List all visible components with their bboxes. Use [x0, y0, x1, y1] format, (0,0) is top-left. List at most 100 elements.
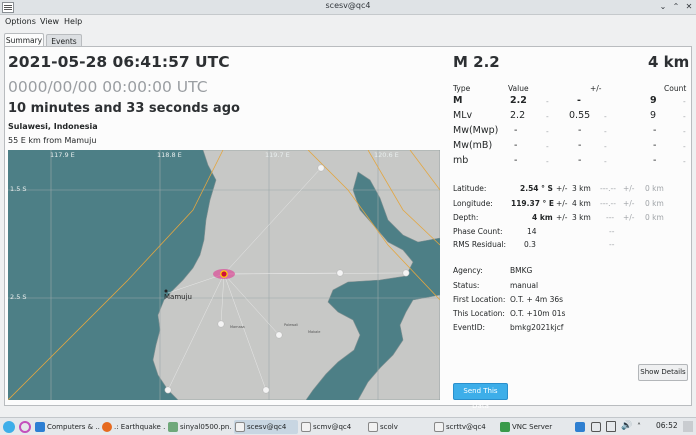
- mag-value: -: [514, 140, 518, 151]
- elapsed-time: 10 minutes and 33 seconds ago: [8, 101, 240, 116]
- task-scolv[interactable]: scolv: [367, 420, 431, 434]
- rms-residual-value: 0.3: [524, 240, 536, 249]
- mag-value: -: [514, 155, 518, 166]
- event-id-label: EventID:: [453, 323, 485, 332]
- local-time: 0000/00/00 00:00:00 UTC: [8, 78, 208, 96]
- menu-bar: Options View Help: [0, 15, 696, 29]
- task-image[interactable]: sinyal0500.pn...: [167, 420, 231, 434]
- latitude-pm: +/-: [556, 184, 568, 193]
- task-scrttv[interactable]: scrttv@qc4: [433, 420, 497, 434]
- first-location-value: O.T. + 4m 36s: [510, 295, 564, 304]
- latitude-label: Latitude:: [453, 184, 487, 193]
- origin-time: 2021-05-28 06:41:57 UTC: [8, 53, 230, 71]
- longitude-value: 119.37 ° E: [511, 199, 555, 208]
- app-launcher-icon[interactable]: [3, 421, 15, 433]
- mag-type: Mw(Mwp): [453, 125, 499, 136]
- mag-uncertainty: -: [578, 125, 582, 136]
- folder-icon: [35, 422, 45, 432]
- mag-uncertainty: -: [578, 140, 582, 151]
- clipboard-icon[interactable]: [591, 422, 601, 432]
- mag-type: MLv: [453, 110, 473, 121]
- this-location-label: This Location:: [453, 309, 505, 318]
- nearest-city: 55 E km from Mamuju: [8, 136, 97, 145]
- agency-value: BMKG: [510, 266, 533, 275]
- phase-count-label: Phase Count:: [453, 227, 503, 236]
- task-computers[interactable]: Computers & ...: [34, 420, 100, 434]
- mag-header-type: Type: [453, 84, 471, 93]
- mag-uncertainty: 0.55: [569, 110, 591, 121]
- rms-residual-dash: --: [609, 240, 615, 249]
- show-details-button[interactable]: Show Details: [638, 364, 688, 381]
- menu-help[interactable]: Help: [64, 17, 82, 26]
- small-town-label: Makale: [308, 330, 320, 334]
- depth-uncertainty: 3 km: [572, 213, 591, 222]
- small-town-label: Polewali: [284, 323, 298, 327]
- activities-icon[interactable]: [19, 421, 31, 433]
- mag-uncertainty: -: [577, 95, 581, 106]
- depth-uncertainty2: 0 km: [645, 213, 664, 222]
- depth-pm: +/-: [556, 213, 568, 222]
- lon-tick-label: 118.8 E: [157, 151, 182, 159]
- mag-header-value: Value: [508, 84, 529, 93]
- lat-tick-label: 2.5 S: [10, 293, 27, 301]
- task-label: Computers & ...: [47, 423, 100, 431]
- window-icon: [235, 422, 245, 432]
- latitude-extra: ---.--: [600, 184, 616, 193]
- mag-type: Mw(mB): [453, 140, 493, 151]
- mag-count-dash: -: [683, 157, 686, 166]
- browser-icon: [102, 422, 112, 432]
- longitude-label: Longitude:: [453, 199, 493, 208]
- task-label: scmv@qc4: [313, 423, 352, 431]
- longitude-uncertainty2: 0 km: [645, 199, 664, 208]
- tray-expand-icon[interactable]: ˄: [637, 422, 641, 431]
- depth-pm2: +/-: [623, 213, 635, 222]
- volume-icon[interactable]: 🔊: [621, 421, 632, 431]
- mag-value-dash: -: [546, 97, 549, 106]
- mag-uncertainty-dash: -: [604, 142, 607, 151]
- task-scmv[interactable]: scmv@qc4: [300, 420, 364, 434]
- mag-value: 2.2: [510, 95, 527, 106]
- mag-count: -: [653, 140, 657, 151]
- task-label: .: Earthquake ...: [114, 423, 165, 431]
- window-title: scesv@qc4: [325, 1, 371, 10]
- task-vnc[interactable]: VNC Server: [499, 420, 561, 434]
- mag-header-count: Count: [664, 84, 687, 93]
- clock[interactable]: 06:52: [656, 421, 678, 430]
- event-map[interactable]: Mamuju Mamasa Polewali Makale 117.9 E 11…: [8, 150, 440, 400]
- mag-count-dash: -: [683, 97, 686, 106]
- latitude-uncertainty: 3 km: [572, 184, 591, 193]
- event-id-value: bmkg2021kjcf: [510, 323, 564, 332]
- close-icon[interactable]: ✕: [684, 2, 694, 12]
- maximize-chevron-icon[interactable]: ⌃: [671, 2, 681, 12]
- longitude-extra: ---.--: [600, 199, 616, 208]
- task-label: scrttv@qc4: [446, 423, 486, 431]
- menu-view[interactable]: View: [40, 17, 59, 26]
- taskbar: Computers & ... .: Earthquake ... sinyal…: [0, 417, 696, 435]
- mag-count: -: [653, 125, 657, 136]
- map-canvas: Mamuju Mamasa Polewali Makale 117.9 E 11…: [8, 150, 440, 400]
- window-icon: [434, 422, 444, 432]
- minimize-chevron-icon[interactable]: ⌄: [658, 2, 668, 12]
- lat-tick-label: 1.5 S: [10, 185, 27, 193]
- mag-count: 9: [650, 110, 657, 121]
- task-earthquake[interactable]: .: Earthquake ...: [101, 420, 165, 434]
- send-data-button[interactable]: Send This Data: [453, 383, 508, 410]
- task-scesv[interactable]: scesv@qc4: [234, 420, 298, 434]
- mag-value: 2.2: [510, 110, 526, 121]
- status-value: manual: [510, 281, 539, 290]
- title-bar: scesv@qc4 ⌄ ⌃ ✕: [0, 0, 696, 15]
- depth-extra: ---: [606, 213, 615, 222]
- small-town-label: Mamasa: [230, 325, 245, 329]
- vnc-tray-icon[interactable]: [575, 422, 585, 432]
- lon-tick-label: 119.7 E: [265, 151, 290, 159]
- mag-uncertainty-dash: -: [604, 112, 607, 121]
- mag-count-dash: -: [683, 127, 686, 136]
- phase-count-dash: --: [609, 227, 615, 236]
- show-desktop-icon[interactable]: [683, 421, 693, 432]
- menu-options[interactable]: Options: [5, 17, 36, 26]
- rms-residual-label: RMS Residual:: [453, 240, 507, 249]
- magnitude-summary: M 2.2: [453, 53, 500, 71]
- mag-value-dash: -: [546, 157, 549, 166]
- mag-uncertainty-dash: -: [604, 157, 607, 166]
- battery-icon[interactable]: [606, 421, 616, 432]
